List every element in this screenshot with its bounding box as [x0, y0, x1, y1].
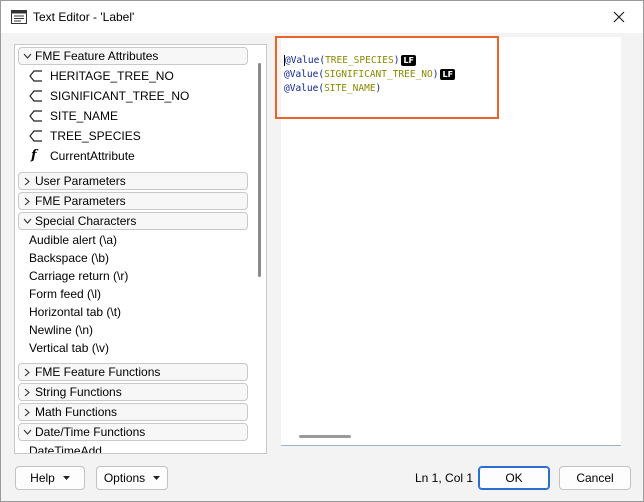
- dropdown-arrow-icon: [62, 476, 70, 480]
- dropdown-arrow-icon: [153, 476, 161, 480]
- section-special-characters[interactable]: Special Characters: [18, 212, 248, 230]
- chevron-right-icon: [19, 177, 35, 186]
- chevron-right-icon: [19, 408, 35, 417]
- list-item-label: Vertical tab (\v): [29, 341, 110, 355]
- tree-vertical-scrollbar[interactable]: [258, 63, 261, 277]
- annotation-highlight-box: [275, 36, 499, 119]
- section-label: FME Feature Functions: [35, 365, 161, 379]
- close-icon: [613, 11, 625, 23]
- section-label: Special Characters: [35, 214, 137, 228]
- ok-button[interactable]: OK: [478, 466, 550, 490]
- datetime-function-datetimeadd[interactable]: DateTimeAdd: [29, 442, 102, 454]
- chevron-down-icon: [19, 53, 35, 59]
- help-button[interactable]: Help: [15, 466, 85, 490]
- text-editor-icon: [11, 10, 27, 24]
- section-label: String Functions: [35, 385, 122, 399]
- function-tree-panel[interactable]: FME Feature Attributes HERITAGE_TREE_NO …: [14, 44, 267, 454]
- attribute-icon: [29, 90, 42, 102]
- special-char-backspace[interactable]: Backspace (\b): [29, 249, 109, 267]
- section-fme-parameters[interactable]: FME Parameters: [18, 192, 248, 210]
- attribute-item-site-name[interactable]: SITE_NAME: [29, 107, 118, 125]
- options-button[interactable]: Options: [96, 466, 168, 490]
- attribute-label: TREE_SPECIES: [50, 129, 141, 143]
- section-label: User Parameters: [35, 174, 126, 188]
- text-editor-dialog: Text Editor - 'Label' FME Feature Attrib…: [0, 0, 644, 502]
- section-label: Math Functions: [35, 405, 118, 419]
- special-char-form-feed[interactable]: Form feed (\l): [29, 285, 101, 303]
- section-datetime-functions[interactable]: Date/Time Functions: [18, 423, 248, 441]
- chevron-down-icon: [19, 218, 35, 224]
- close-button[interactable]: [599, 3, 639, 31]
- attribute-item-tree-species[interactable]: TREE_SPECIES: [29, 127, 141, 145]
- list-item-label: Audible alert (\a): [29, 233, 118, 247]
- attribute-icon: [29, 130, 42, 142]
- section-math-functions[interactable]: Math Functions: [18, 403, 248, 421]
- list-item-label: DateTimeAdd: [29, 444, 102, 454]
- cursor-position-status: Ln 1, Col 1: [415, 471, 474, 485]
- attribute-icon: [29, 70, 42, 82]
- section-label: FME Parameters: [35, 194, 126, 208]
- section-string-functions[interactable]: String Functions: [18, 383, 248, 401]
- attribute-item-heritage-tree-no[interactable]: HERITAGE_TREE_NO: [29, 67, 174, 85]
- list-item-label: Horizontal tab (\t): [29, 305, 122, 319]
- attribute-label: SIGNIFICANT_TREE_NO: [50, 89, 190, 103]
- window-title: Text Editor - 'Label': [33, 10, 135, 24]
- special-char-carriage-return[interactable]: Carriage return (\r): [29, 267, 128, 285]
- help-button-label: Help: [30, 471, 55, 485]
- section-label: FME Feature Attributes: [35, 49, 159, 63]
- current-attribute-label: CurrentAttribute: [50, 149, 135, 163]
- list-item-label: Backspace (\b): [29, 251, 110, 265]
- section-fme-feature-attributes[interactable]: FME Feature Attributes: [18, 47, 248, 65]
- cancel-button[interactable]: Cancel: [559, 466, 631, 490]
- attribute-label: SITE_NAME: [50, 109, 119, 123]
- section-user-parameters[interactable]: User Parameters: [18, 172, 248, 190]
- options-button-label: Options: [103, 471, 146, 485]
- chevron-right-icon: [19, 368, 35, 377]
- attribute-item-significant-tree-no[interactable]: SIGNIFICANT_TREE_NO: [29, 87, 189, 105]
- special-char-newline[interactable]: Newline (\n): [29, 321, 93, 339]
- ok-button-label: OK: [505, 471, 523, 485]
- special-char-vertical-tab[interactable]: Vertical tab (\v): [29, 339, 109, 357]
- attribute-label: HERITAGE_TREE_NO: [50, 69, 174, 83]
- list-item-label: Carriage return (\r): [29, 269, 129, 283]
- editor-horizontal-scrollbar[interactable]: [299, 435, 351, 438]
- cancel-button-label: Cancel: [576, 471, 614, 485]
- chevron-down-icon: [19, 429, 35, 435]
- attribute-icon: [29, 110, 42, 122]
- chevron-right-icon: [19, 388, 35, 397]
- list-item-label: Newline (\n): [29, 323, 94, 337]
- list-item-label: Form feed (\l): [29, 287, 102, 301]
- function-icon: f: [31, 148, 37, 163]
- section-fme-feature-functions[interactable]: FME Feature Functions: [18, 363, 248, 381]
- title-bar: Text Editor - 'Label': [1, 1, 643, 33]
- special-char-horizontal-tab[interactable]: Horizontal tab (\t): [29, 303, 121, 321]
- chevron-right-icon: [19, 197, 35, 206]
- current-attribute-item[interactable]: f CurrentAttribute: [29, 147, 135, 165]
- section-label: Date/Time Functions: [35, 425, 146, 439]
- special-char-audible-alert[interactable]: Audible alert (\a): [29, 231, 117, 249]
